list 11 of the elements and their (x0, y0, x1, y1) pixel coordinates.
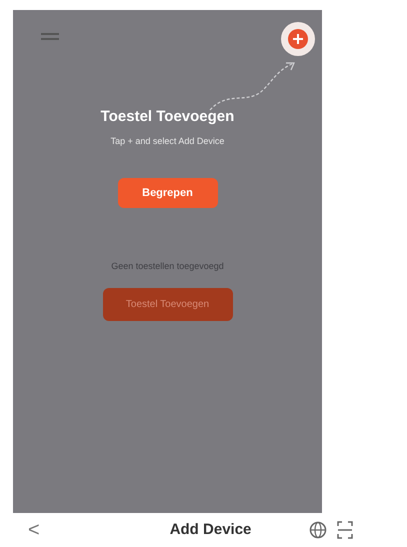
scan-icon[interactable] (337, 521, 354, 539)
overlay-hint: Tap + and select Add Device (110, 134, 224, 148)
add-icon[interactable] (280, 21, 316, 57)
screen-title: Add Device (170, 520, 252, 540)
overlay-title: Toestel Toevoegen (100, 107, 234, 127)
back-button[interactable]: < (28, 520, 40, 540)
empty-message: Geen toestellen toegevoegd (111, 260, 224, 273)
add-device-button[interactable]: Toestel Toevoegen (102, 288, 232, 320)
menu-icon (41, 32, 59, 42)
globe-icon[interactable] (309, 521, 328, 539)
dismiss-button[interactable]: Begrepen (118, 178, 218, 208)
